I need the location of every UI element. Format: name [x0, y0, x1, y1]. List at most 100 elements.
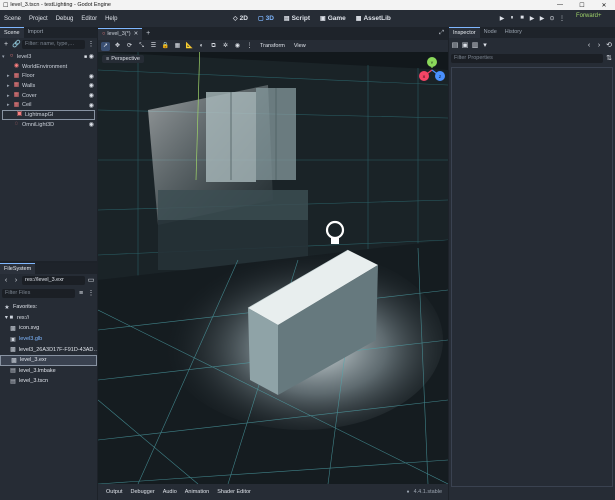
scene-tree-node-omnilight3d[interactable]: ◌ OmniLight3D ◉ — [0, 120, 97, 130]
scene-tree-node-ceil[interactable]: ▸ ▦ Ceil ◉ — [0, 100, 97, 110]
menu-debug[interactable]: Debug — [52, 16, 78, 22]
snap-icon[interactable]: ⧉ — [209, 42, 218, 51]
transform-menu[interactable]: Transform — [257, 43, 288, 49]
resource-menu-icon[interactable]: ▾ — [481, 41, 489, 50]
filesystem-item[interactable]: ★ Favorites: — [0, 302, 97, 313]
filesystem-item[interactable]: ▤ level_3.lmbake — [0, 366, 97, 377]
minimize-button[interactable]: — — [549, 2, 571, 9]
filesystem-filter-input[interactable]: Filter Files — [2, 289, 75, 298]
run-menu-icon[interactable]: ⋮ — [557, 12, 567, 24]
rotate-mode-icon[interactable]: ⟳ — [125, 42, 134, 51]
viewport-scene-render[interactable]: Y X Z — [98, 40, 448, 484]
filesystem-item[interactable]: ▤ level_3.tscn — [0, 376, 97, 387]
history-forward-icon[interactable]: › — [595, 41, 603, 50]
visibility-eye-icon[interactable]: ◉ — [89, 82, 94, 89]
new-resource-icon[interactable]: ▤ — [451, 41, 459, 50]
scene-filter-input[interactable]: Filter: name, type,… — [22, 40, 85, 49]
tab-animation[interactable]: Animation — [181, 489, 213, 495]
group-icon[interactable]: ▦ — [173, 42, 182, 51]
tab-debugger[interactable]: Debugger — [127, 489, 159, 495]
forward-arrow-icon[interactable]: › — [12, 276, 20, 285]
scale-mode-icon[interactable]: ⤡ — [137, 42, 146, 51]
scene-tree-node-worldenvironment[interactable]: ◉ WorldEnvironment — [0, 62, 97, 72]
3d-viewport[interactable]: Y X Z ≡ Perspective — [98, 40, 448, 484]
visibility-eye-icon[interactable]: ◉ — [89, 73, 94, 80]
tab-node[interactable]: Node — [480, 27, 501, 38]
history-back-icon[interactable]: ‹ — [585, 41, 593, 50]
tab-scene[interactable]: Scene — [0, 27, 24, 38]
scene-tree-node-floor[interactable]: ▸ ▦ Floor ◉ — [0, 71, 97, 81]
filesystem-item[interactable]: ▩ level3_26A3D17F-F91D-43AD… — [0, 344, 97, 355]
tab-import[interactable]: Import — [24, 27, 48, 38]
file-label: level_3.lmbake — [19, 367, 56, 374]
play-project-icon[interactable]: ▶ — [497, 12, 507, 24]
tab-output[interactable]: Output — [102, 489, 127, 495]
scene-camera-icon[interactable]: ■ — [84, 54, 87, 60]
visibility-eye-icon[interactable]: ◉ — [89, 102, 94, 109]
scene-tab-level3[interactable]: ○ level_3(*) ✕ — [98, 27, 143, 40]
select-mode-icon[interactable]: ➚ — [101, 41, 110, 51]
filesystem-item[interactable]: ▩ level_3.exr — [0, 354, 97, 366]
scene-tree-node-level3[interactable]: ▾ ○ level3 ■ ◉ — [0, 52, 97, 62]
3d-icon: ▢ — [257, 16, 264, 22]
play-custom-scene-icon[interactable]: ▶ — [537, 12, 547, 24]
inspector-filter-input[interactable]: Filter Properties — [451, 54, 603, 63]
environment-preview-icon[interactable]: ◉ — [233, 42, 242, 51]
scene-tree-node-walls[interactable]: ▸ ▦ Walls ◉ — [0, 81, 97, 91]
menu-help[interactable]: Help — [101, 16, 121, 22]
scene-tree-node-lightmapgi[interactable]: ▣ LightmapGI — [2, 110, 95, 120]
back-arrow-icon[interactable]: ‹ — [2, 276, 10, 285]
filesystem-options-icon[interactable]: ⋮ — [87, 289, 95, 298]
menu-editor[interactable]: Editor — [77, 16, 101, 22]
lock-icon[interactable]: 🔒 — [161, 42, 170, 51]
tab-shader-editor[interactable]: Shader Editor — [213, 489, 255, 495]
visibility-eye-icon[interactable]: ◉ — [89, 121, 94, 128]
instance-scene-icon[interactable]: 🔗 — [12, 40, 21, 49]
version-label[interactable]: 4.4.1.stable — [414, 489, 448, 495]
preview-menu-icon[interactable]: ⋮ — [245, 42, 254, 51]
ruler-icon[interactable]: 📐 — [185, 42, 194, 51]
tab-inspector[interactable]: Inspector — [449, 27, 480, 38]
move-mode-icon[interactable]: ✥ — [113, 42, 122, 51]
view-menu[interactable]: View — [291, 43, 309, 49]
workspace-script-button[interactable]: ▤ Script — [279, 15, 315, 22]
filesystem-path-field[interactable]: res://level_3.exr — [22, 276, 85, 285]
workspace-assetlib-button[interactable]: ▦ AssetLib — [351, 15, 396, 22]
sort-icon[interactable]: ≡ — [77, 289, 85, 298]
filesystem-item[interactable]: ▾ ■ res:// — [0, 313, 97, 324]
load-resource-icon[interactable]: ▣ — [461, 41, 469, 50]
add-node-icon[interactable]: + — [2, 40, 10, 49]
object-history-icon[interactable]: ⟲ — [605, 41, 613, 50]
tab-filesystem[interactable]: FileSystem — [0, 263, 36, 274]
split-mode-icon[interactable]: ▭ — [87, 276, 95, 285]
distraction-free-icon[interactable]: ⤢ — [439, 30, 444, 37]
tab-history[interactable]: History — [501, 27, 526, 38]
filesystem-item[interactable]: ▣ level3.glb — [0, 334, 97, 345]
visibility-eye-icon[interactable]: ◉ — [89, 53, 94, 60]
menu-scene[interactable]: Scene — [0, 16, 25, 22]
renderer-selector[interactable]: Forward+ — [576, 13, 602, 19]
workspace-2d-button[interactable]: ◇ 2D — [228, 15, 253, 22]
perspective-menu-button[interactable]: ≡ Perspective — [102, 55, 144, 63]
menu-project[interactable]: Project — [25, 16, 52, 22]
save-resource-icon[interactable]: ▥ — [471, 41, 479, 50]
sun-preview-icon[interactable]: ✲ — [221, 42, 230, 51]
pause-icon[interactable]: ⏸ — [507, 12, 517, 24]
scene-tree-node-cover[interactable]: ▸ ▦ Cover ◉ — [0, 91, 97, 101]
maximize-button[interactable]: ☐ — [571, 2, 593, 9]
workspace-game-button[interactable]: ▣ Game — [315, 15, 351, 22]
visibility-eye-icon[interactable]: ◉ — [89, 92, 94, 99]
play-scene-icon[interactable]: ▶ — [527, 12, 537, 24]
filter-options-icon[interactable]: ⋮ — [87, 40, 95, 49]
selectable-list-icon[interactable]: ☰ — [149, 42, 158, 51]
close-tab-icon[interactable]: ✕ — [134, 31, 139, 37]
local-space-icon[interactable]: ◐ — [197, 42, 206, 51]
tab-audio[interactable]: Audio — [159, 489, 181, 495]
add-scene-tab-icon[interactable]: + — [146, 30, 150, 37]
stop-icon[interactable]: ■ — [517, 12, 527, 24]
filesystem-item[interactable]: ▩ icon.svg — [0, 323, 97, 334]
workspace-3d-button[interactable]: ▢ 3D — [253, 15, 279, 22]
close-window-button[interactable]: ✕ — [593, 2, 615, 9]
inspector-options-icon[interactable]: ⇅ — [605, 54, 613, 63]
movie-maker-icon[interactable]: ⊙ — [547, 12, 557, 24]
